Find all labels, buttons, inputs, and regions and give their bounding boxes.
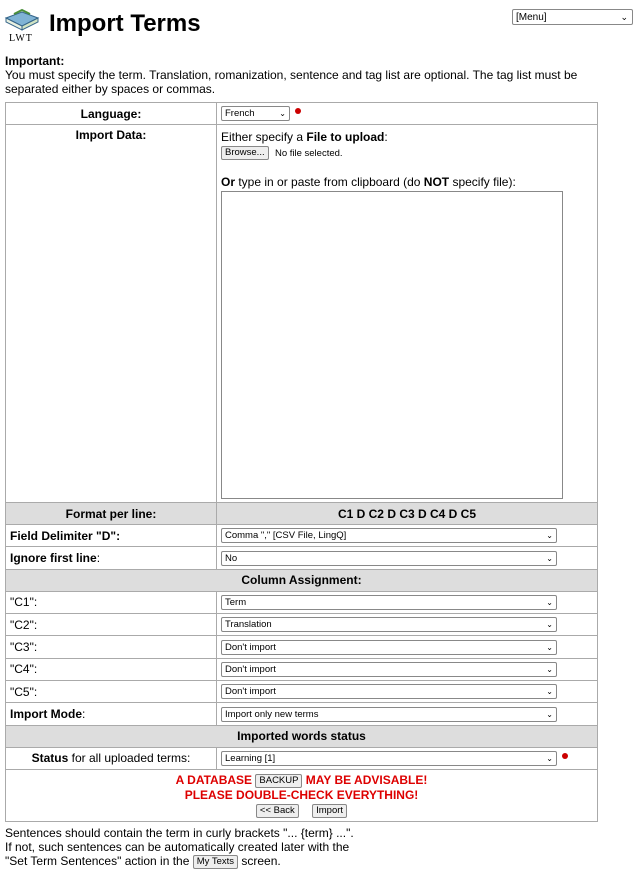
chevron-down-icon: ⌄	[546, 665, 553, 675]
delimiter-label: Field Delimiter "D":	[10, 528, 121, 543]
file-pre: Either specify a	[221, 130, 307, 145]
footer-line2: If not, such sentences can be automatica…	[5, 840, 350, 854]
chevron-down-icon: ⌄	[279, 109, 286, 119]
browse-button[interactable]: Browse...	[221, 146, 269, 161]
required-marker-icon	[562, 752, 568, 759]
ignore-first-line-value: No	[225, 552, 238, 564]
footer-line1: Sentences should contain the term in cur…	[5, 826, 354, 840]
warning-line1-post: MAY BE ADVISABLE!	[302, 773, 428, 788]
import-mode-value: Import only new terms	[225, 708, 319, 720]
c4-value: Don't import	[225, 664, 276, 676]
important-label: Important:	[5, 54, 65, 68]
c1-select[interactable]: Term ⌄	[221, 595, 557, 611]
delimiter-select-value: Comma "," [CSV File, LingQ]	[225, 530, 347, 542]
c2-label: "C2":	[5, 613, 217, 637]
import-data-label: Import Data:	[5, 124, 217, 504]
c3-select[interactable]: Don't import ⌄	[221, 639, 557, 655]
ignore-first-line-select[interactable]: No ⌄	[221, 550, 557, 566]
required-marker-icon	[295, 108, 301, 114]
important-text: You must specify the term. Translation, …	[5, 68, 578, 96]
or-bold: Or	[221, 175, 236, 190]
import-mode-label: Import Mode	[10, 707, 82, 722]
format-label: Format per line:	[5, 502, 217, 526]
format-value: C1 D C2 D C3 D C4 D C5	[216, 502, 598, 526]
backup-button[interactable]: BACKUP	[255, 773, 303, 788]
c5-label: "C5":	[5, 680, 217, 704]
footer-line3-pre: "Set Term Sentences" action in the	[5, 854, 193, 868]
paste-textarea[interactable]	[221, 191, 563, 500]
chevron-down-icon: ⌄	[546, 620, 553, 630]
warning-cell: A DATABASE BACKUP MAY BE ADVISABLE! PLEA…	[5, 769, 598, 823]
column-assignment-heading: Column Assignment:	[5, 568, 598, 592]
not-bold: NOT	[423, 175, 450, 190]
status-bold: Status	[31, 751, 69, 766]
or-mid: type in or paste from clipboard (do	[235, 175, 424, 190]
import-button[interactable]: Import	[312, 803, 348, 818]
lwt-logo[interactable]: LWT	[4, 8, 42, 46]
footer-line3-post: screen.	[238, 854, 281, 868]
import-form: Language: French ⌄ Import Data: Either s…	[5, 101, 598, 823]
c5-select[interactable]: Don't import ⌄	[221, 684, 557, 700]
my-texts-button[interactable]: My Texts	[192, 854, 239, 869]
language-select-value: French	[225, 108, 255, 120]
footer-note: Sentences should contain the term in cur…	[5, 826, 625, 869]
warning-line1-pre: A DATABASE	[175, 773, 256, 788]
back-button[interactable]: << Back	[255, 803, 299, 818]
chevron-down-icon: ⌄	[620, 12, 628, 22]
chevron-down-icon: ⌄	[546, 642, 553, 652]
c5-value: Don't import	[225, 686, 276, 698]
menu-select[interactable]: [Menu] ⌄	[512, 9, 633, 25]
chevron-down-icon: ⌄	[546, 754, 553, 764]
chevron-down-icon: ⌄	[546, 553, 553, 563]
chevron-down-icon: ⌄	[546, 531, 553, 541]
header: LWT Import Terms [Menu] ⌄	[4, 8, 634, 48]
c1-value: Term	[225, 597, 247, 609]
file-post: :	[384, 130, 388, 145]
imported-status-heading: Imported words status	[5, 724, 598, 748]
ignore-first-line-label: Ignore first line	[10, 551, 97, 566]
ignore-colon: :	[96, 551, 101, 566]
menu-select-value: [Menu]	[516, 11, 547, 23]
no-file-text: No file selected.	[274, 148, 343, 160]
c4-label: "C4":	[5, 657, 217, 682]
status-select[interactable]: Learning [1] ⌄	[221, 751, 557, 767]
logo-text: LWT	[9, 33, 33, 44]
c2-select[interactable]: Translation ⌄	[221, 617, 557, 633]
chevron-down-icon: ⌄	[546, 598, 553, 608]
warning-line2: PLEASE DOUBLE-CHECK EVERYTHING!	[184, 788, 419, 803]
language-label: Language:	[5, 101, 217, 126]
file-instructions: Either specify a File to upload:	[221, 130, 593, 144]
file-bold: File to upload	[306, 130, 385, 145]
c1-label: "C1":	[5, 590, 217, 615]
paste-instructions: Or type in or paste from clipboard (do N…	[221, 175, 593, 189]
book-icon	[4, 8, 40, 31]
language-select[interactable]: French ⌄	[221, 106, 290, 122]
import-mode-select[interactable]: Import only new terms ⌄	[221, 706, 557, 722]
status-rest: for all uploaded terms:	[68, 751, 191, 766]
c2-value: Translation	[225, 619, 272, 631]
status-select-value: Learning [1]	[225, 753, 276, 765]
or-post: specify file):	[449, 175, 516, 190]
import-mode-colon: :	[82, 707, 86, 722]
c3-value: Don't import	[225, 641, 276, 653]
delimiter-select[interactable]: Comma "," [CSV File, LingQ] ⌄	[221, 528, 557, 544]
chevron-down-icon: ⌄	[546, 709, 553, 719]
chevron-down-icon: ⌄	[546, 687, 553, 697]
c4-select[interactable]: Don't import ⌄	[221, 662, 557, 678]
c3-label: "C3":	[5, 635, 217, 659]
page-title: Import Terms	[49, 10, 201, 37]
important-notice: Important: You must specify the term. Tr…	[5, 54, 631, 96]
